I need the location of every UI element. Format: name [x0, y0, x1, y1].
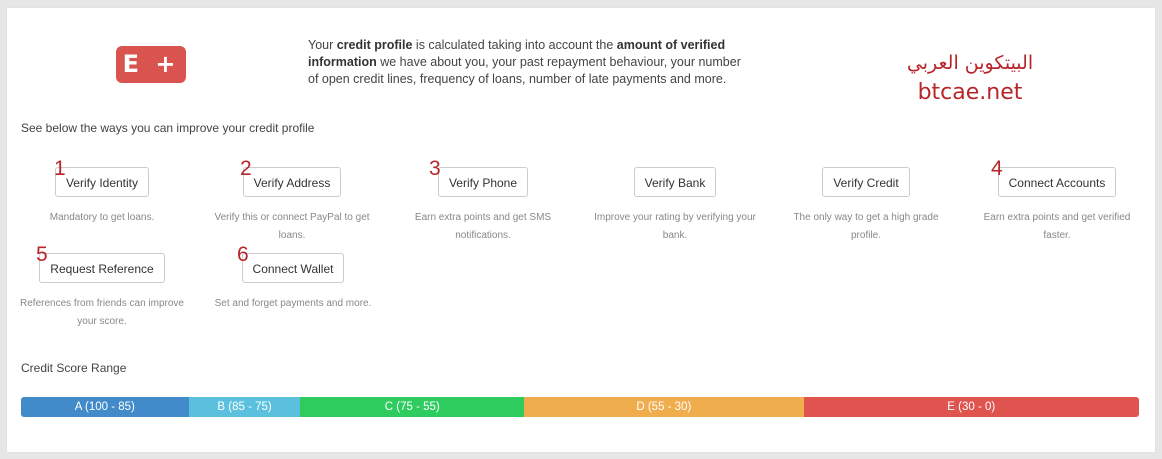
- verify-address-button[interactable]: Verify Address: [242, 167, 342, 197]
- verify-phone-button[interactable]: Verify Phone: [437, 167, 529, 197]
- verify-phone-item: 3 Verify Phone Earn extra points and get…: [388, 158, 578, 245]
- item-description: The only way to get a high grade profile…: [793, 212, 939, 241]
- watermark-arabic: البيتكوين العربي: [906, 52, 1034, 74]
- verify-bank-button[interactable]: Verify Bank: [633, 167, 717, 197]
- verify-identity-button[interactable]: Verify Identity: [54, 167, 150, 197]
- credit-range-segment: E (30 - 0): [803, 397, 1139, 417]
- intro-text: Your: [308, 38, 337, 52]
- verify-credit-item: Verify Credit The only way to get a high…: [771, 167, 961, 245]
- step-number: 1: [54, 157, 66, 180]
- e-plus-logo: E +: [116, 46, 186, 83]
- verify-identity-item: 1 Verify Identity Mandatory to get loans…: [7, 158, 197, 227]
- verify-address-item: 2 Verify Address Verify this or connect …: [197, 158, 387, 245]
- step-number: 2: [240, 157, 252, 180]
- credit-range-segment: D (55 - 30): [524, 397, 804, 417]
- connect-accounts-item: 4 Connect Accounts Earn extra points and…: [962, 158, 1152, 245]
- connect-wallet-button[interactable]: Connect Wallet: [241, 253, 345, 283]
- step-number: 5: [36, 243, 48, 266]
- credit-score-range-title: Credit Score Range: [21, 361, 127, 375]
- request-reference-item: 5 Request Reference References from frie…: [7, 244, 197, 331]
- item-description: Verify this or connect PayPal to get loa…: [214, 212, 370, 241]
- item-description: Earn extra points and get SMS notificati…: [414, 212, 552, 241]
- step-number: 3: [429, 157, 441, 180]
- intro-bold-credit-profile: credit profile: [336, 38, 413, 52]
- item-description: Earn extra points and get verified faste…: [983, 212, 1131, 241]
- improve-heading: See below the ways you can improve your …: [21, 121, 315, 135]
- item-description: References from friends can improve your…: [20, 298, 184, 327]
- intro-text: is calculated taking into account the: [412, 38, 617, 52]
- item-description: Improve your rating by verifying your ba…: [594, 212, 756, 241]
- credit-range-segment: B (85 - 75): [188, 397, 301, 417]
- watermark-site: btcae.net: [917, 80, 1023, 105]
- connect-wallet-item: 6 Connect Wallet Set and forget payments…: [198, 244, 388, 313]
- credit-profile-intro: Your credit profile is calculated taking…: [308, 37, 753, 88]
- credit-score-range-bar: A (100 - 85) B (85 - 75) C (75 - 55) D (55 …: [21, 397, 1139, 417]
- credit-range-segment: A (100 - 85): [21, 397, 189, 417]
- step-number: 6: [237, 243, 249, 266]
- verify-credit-button[interactable]: Verify Credit: [822, 167, 910, 197]
- item-description: Set and forget payments and more.: [214, 298, 372, 309]
- verify-bank-item: Verify Bank Improve your rating by verif…: [580, 167, 770, 245]
- step-number: 4: [991, 157, 1003, 180]
- item-description: Mandatory to get loans.: [49, 212, 155, 223]
- request-reference-button[interactable]: Request Reference: [39, 253, 165, 283]
- credit-range-segment: C (75 - 55): [300, 397, 525, 417]
- connect-accounts-button[interactable]: Connect Accounts: [997, 167, 1117, 197]
